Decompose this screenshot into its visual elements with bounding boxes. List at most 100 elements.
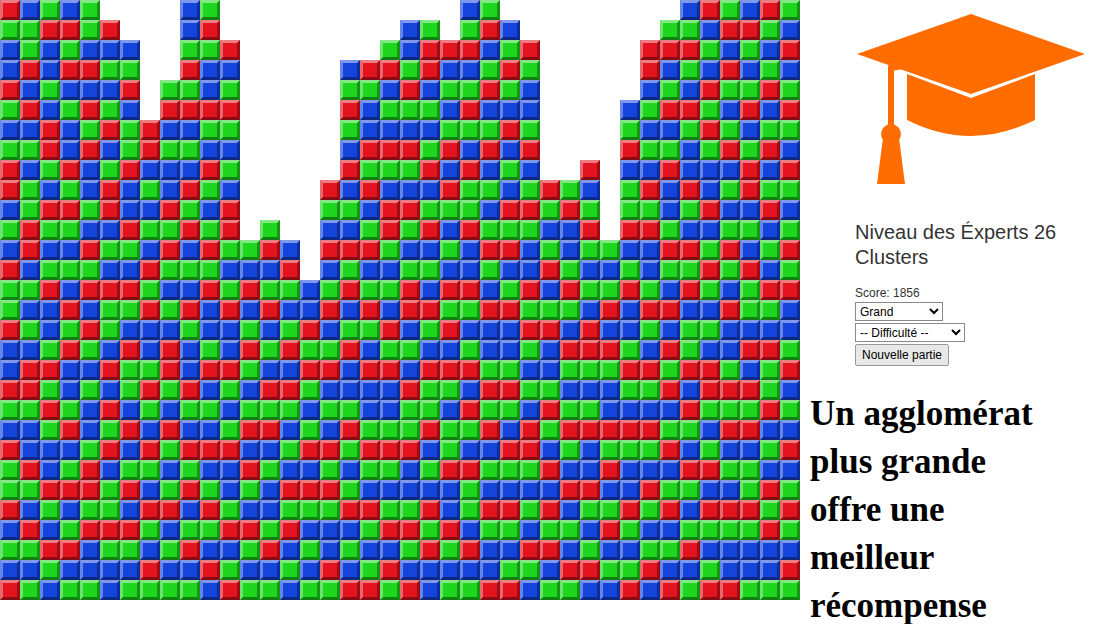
tile[interactable] <box>720 60 740 80</box>
tile[interactable] <box>200 200 220 220</box>
tile[interactable] <box>160 500 180 520</box>
tile[interactable] <box>760 580 780 600</box>
tile[interactable] <box>220 140 240 160</box>
tile[interactable] <box>680 280 700 300</box>
tile[interactable] <box>520 180 540 200</box>
tile[interactable] <box>360 520 380 540</box>
tile[interactable] <box>520 80 540 100</box>
tile[interactable] <box>320 420 340 440</box>
tile[interactable] <box>200 400 220 420</box>
tile[interactable] <box>0 20 20 40</box>
tile[interactable] <box>340 500 360 520</box>
tile[interactable] <box>220 360 240 380</box>
tile[interactable] <box>660 340 680 360</box>
tile[interactable] <box>420 120 440 140</box>
tile[interactable] <box>660 300 680 320</box>
tile[interactable] <box>180 420 200 440</box>
tile[interactable] <box>120 580 140 600</box>
tile[interactable] <box>420 540 440 560</box>
tile[interactable] <box>60 340 80 360</box>
tile[interactable] <box>740 160 760 180</box>
tile[interactable] <box>280 440 300 460</box>
tile[interactable] <box>160 200 180 220</box>
tile[interactable] <box>340 580 360 600</box>
tile[interactable] <box>500 320 520 340</box>
tile[interactable] <box>620 120 640 140</box>
tile[interactable] <box>80 220 100 240</box>
tile[interactable] <box>580 380 600 400</box>
tile[interactable] <box>220 120 240 140</box>
tile[interactable] <box>320 440 340 460</box>
tile[interactable] <box>200 500 220 520</box>
tile[interactable] <box>560 320 580 340</box>
tile[interactable] <box>80 260 100 280</box>
tile[interactable] <box>560 360 580 380</box>
tile[interactable] <box>580 260 600 280</box>
tile[interactable] <box>620 260 640 280</box>
tile[interactable] <box>600 580 620 600</box>
tile[interactable] <box>40 120 60 140</box>
tile[interactable] <box>20 220 40 240</box>
tile[interactable] <box>720 500 740 520</box>
tile[interactable] <box>760 520 780 540</box>
tile[interactable] <box>720 0 740 20</box>
tile[interactable] <box>420 260 440 280</box>
tile[interactable] <box>500 420 520 440</box>
tile[interactable] <box>420 420 440 440</box>
tile[interactable] <box>640 160 660 180</box>
tile[interactable] <box>100 480 120 500</box>
tile[interactable] <box>160 220 180 240</box>
tile[interactable] <box>740 0 760 20</box>
tile[interactable] <box>80 420 100 440</box>
tile[interactable] <box>280 240 300 260</box>
tile[interactable] <box>760 80 780 100</box>
tile[interactable] <box>660 320 680 340</box>
tile[interactable] <box>780 580 800 600</box>
tile[interactable] <box>740 300 760 320</box>
tile[interactable] <box>400 580 420 600</box>
tile[interactable] <box>0 500 20 520</box>
tile[interactable] <box>60 220 80 240</box>
tile[interactable] <box>640 440 660 460</box>
tile[interactable] <box>100 80 120 100</box>
tile[interactable] <box>460 100 480 120</box>
tile[interactable] <box>380 140 400 160</box>
tile[interactable] <box>720 540 740 560</box>
tile[interactable] <box>60 240 80 260</box>
tile[interactable] <box>200 260 220 280</box>
tile[interactable] <box>440 380 460 400</box>
tile[interactable] <box>640 80 660 100</box>
tile[interactable] <box>420 500 440 520</box>
tile[interactable] <box>40 220 60 240</box>
tile[interactable] <box>340 180 360 200</box>
tile[interactable] <box>360 440 380 460</box>
tile[interactable] <box>680 100 700 120</box>
tile[interactable] <box>60 80 80 100</box>
tile[interactable] <box>520 400 540 420</box>
tile[interactable] <box>180 120 200 140</box>
tile[interactable] <box>140 420 160 440</box>
tile[interactable] <box>0 80 20 100</box>
tile[interactable] <box>600 300 620 320</box>
tile[interactable] <box>280 300 300 320</box>
tile[interactable] <box>660 380 680 400</box>
tile[interactable] <box>40 540 60 560</box>
tile[interactable] <box>160 240 180 260</box>
tile[interactable] <box>280 380 300 400</box>
tile[interactable] <box>260 460 280 480</box>
tile[interactable] <box>260 400 280 420</box>
tile[interactable] <box>640 120 660 140</box>
tile[interactable] <box>700 120 720 140</box>
tile[interactable] <box>520 420 540 440</box>
tile[interactable] <box>740 480 760 500</box>
tile[interactable] <box>500 80 520 100</box>
tile[interactable] <box>80 300 100 320</box>
tile[interactable] <box>20 500 40 520</box>
tile[interactable] <box>500 500 520 520</box>
tile[interactable] <box>600 380 620 400</box>
tile[interactable] <box>80 140 100 160</box>
tile[interactable] <box>140 560 160 580</box>
tile[interactable] <box>620 200 640 220</box>
tile[interactable] <box>720 260 740 280</box>
new-game-button[interactable]: Nouvelle partie <box>855 344 949 366</box>
